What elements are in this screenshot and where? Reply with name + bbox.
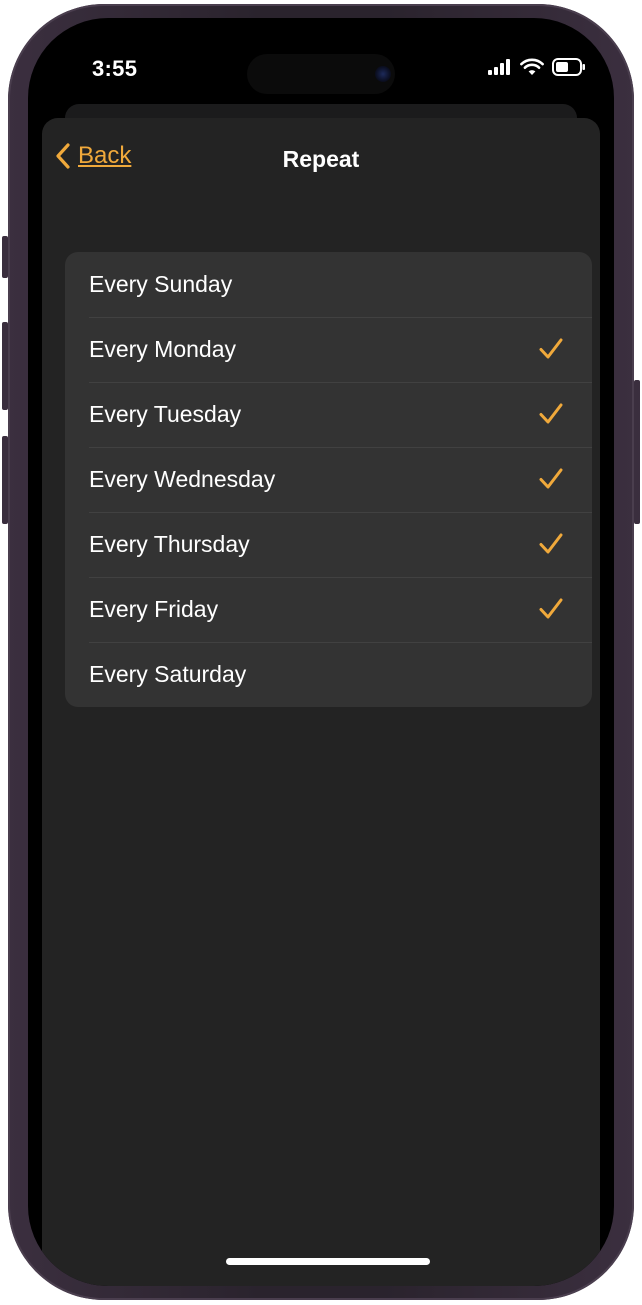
volume-up-button [2, 322, 8, 410]
checkmark-icon [539, 403, 563, 424]
phone-frame: 3:55 Back Repeat Every Sunday Every Mond… [2, 4, 640, 1300]
page-title: Repeat [282, 146, 360, 172]
repeat-option-label: Every Thursday [89, 531, 250, 557]
action-button [2, 236, 8, 278]
wifi-icon [520, 58, 544, 75]
repeat-option-label: Every Wednesday [89, 466, 276, 492]
home-indicator[interactable] [226, 1258, 430, 1265]
checkmark-icon [539, 468, 563, 489]
navigation-bar: Back Repeat [42, 118, 600, 204]
dynamic-island [247, 54, 395, 94]
repeat-option-saturday[interactable]: Every Saturday [65, 642, 592, 707]
repeat-option-friday[interactable]: Every Friday [65, 577, 592, 642]
cellular-signal-icon [488, 59, 510, 75]
repeat-option-label: Every Tuesday [89, 401, 242, 427]
battery-icon [552, 58, 585, 76]
checkmark-icon [539, 598, 563, 619]
repeat-option-label: Every Saturday [89, 661, 247, 687]
screen: 3:55 Back Repeat Every Sunday Every Mond… [28, 18, 614, 1286]
repeat-options-list: Every Sunday Every Monday Every Tuesday … [65, 252, 592, 707]
volume-down-button [2, 436, 8, 524]
repeat-option-monday[interactable]: Every Monday [65, 317, 592, 382]
repeat-option-thursday[interactable]: Every Thursday [65, 512, 592, 577]
repeat-option-label: Every Friday [89, 596, 219, 622]
status-bar: 3:55 [28, 18, 614, 108]
status-icons [488, 58, 586, 76]
repeat-sheet: Back Repeat Every Sunday Every Monday Ev… [42, 118, 600, 1286]
power-button [634, 380, 640, 524]
checkmark-icon [539, 533, 563, 554]
status-time: 3:55 [92, 56, 138, 81]
checkmark-icon [539, 338, 563, 359]
front-camera [375, 66, 391, 82]
repeat-option-tuesday[interactable]: Every Tuesday [65, 382, 592, 447]
repeat-option-wednesday[interactable]: Every Wednesday [65, 447, 592, 512]
repeat-option-sunday[interactable]: Every Sunday [65, 252, 592, 317]
repeat-option-label: Every Sunday [89, 271, 233, 297]
repeat-option-label: Every Monday [89, 336, 237, 362]
